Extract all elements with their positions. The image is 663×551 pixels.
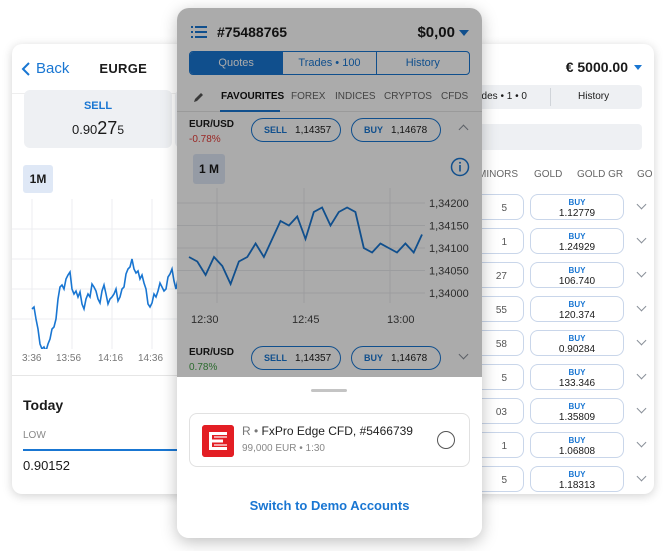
sell-price-button[interactable]: SELL 0.90275: [24, 90, 172, 148]
chevron-down-icon[interactable]: [636, 301, 647, 312]
quote-row[interactable]: 1 BUY 1.06808: [470, 430, 654, 460]
modal-backdrop[interactable]: [177, 8, 482, 377]
balance-value: € 5000.00: [565, 59, 628, 75]
tab-trades[interactable]: ades • 1 • 0: [476, 91, 527, 102]
chevron-down-icon[interactable]: [636, 233, 647, 244]
chevron-down-icon[interactable]: [636, 471, 647, 482]
fxpro-logo-icon: [202, 425, 234, 457]
chevron-down-icon[interactable]: [636, 199, 647, 210]
tab-gold[interactable]: GOLD: [534, 169, 562, 180]
buy-button[interactable]: BUY 1.06808: [530, 432, 624, 458]
app-root: Back EURGE SELL 0.90275 1M 3:36 13:56 14…: [0, 0, 663, 551]
buy-button[interactable]: BUY 0.90284: [530, 330, 624, 356]
buy-button[interactable]: BUY 106.740: [530, 262, 624, 288]
buy-button[interactable]: BUY 1.12779: [530, 194, 624, 220]
quote-row[interactable]: 1 BUY 1.24929: [470, 226, 654, 256]
timeframe-button[interactable]: 1M: [23, 165, 53, 193]
sheet-grabber[interactable]: [311, 389, 347, 392]
account-option[interactable]: R • FxPro Edge CFD, #5466739 99,000 EUR …: [189, 413, 470, 467]
quote-row[interactable]: 55 BUY 120.374: [470, 294, 654, 324]
radio-button[interactable]: [437, 431, 455, 449]
time-tick: 13:56: [56, 353, 82, 364]
tab-history[interactable]: History: [578, 91, 609, 102]
back-button[interactable]: Back: [20, 60, 69, 77]
chevron-down-icon[interactable]: [636, 403, 647, 414]
quote-row[interactable]: 58 BUY 0.90284: [470, 328, 654, 358]
time-tick: 14:16: [98, 353, 124, 364]
switch-to-demo-button[interactable]: Switch to Demo Accounts: [177, 498, 482, 513]
quote-row[interactable]: 5 BUY 1.12779: [470, 192, 654, 222]
account-switcher-sheet: R • FxPro Edge CFD, #5466739 99,000 EUR …: [177, 377, 482, 538]
time-tick: 14:36: [138, 353, 164, 364]
search-input[interactable]: [470, 124, 642, 150]
chevron-down-icon[interactable]: [636, 267, 647, 278]
tab-gold-gr[interactable]: GOLD GR: [577, 169, 623, 180]
low-label: LOW: [23, 430, 46, 441]
phone-screen: #75488765 $0,00 Quotes Trades • 100 Hist…: [177, 8, 482, 538]
quote-row[interactable]: 5 BUY 1.18313: [470, 464, 654, 494]
chevron-down-icon[interactable]: [636, 369, 647, 380]
quotes-list-card: € 5000.00 ades • 1 • 0 History MINORS GO…: [470, 44, 654, 494]
sell-label: SELL: [83, 100, 113, 112]
caret-down-icon: [634, 64, 642, 70]
low-value: 0.90152: [23, 458, 70, 473]
segment-tabs: ades • 1 • 0 History: [470, 85, 642, 109]
account-details: 99,000 EUR • 1:30: [242, 443, 325, 454]
balance-selector[interactable]: € 5000.00: [566, 59, 642, 75]
buy-button[interactable]: BUY 120.374: [530, 296, 624, 322]
buy-button[interactable]: BUY 1.18313: [530, 466, 624, 492]
time-tick: 3:36: [22, 353, 42, 364]
back-label: Back: [36, 60, 70, 77]
buy-button[interactable]: BUY 1.35809: [530, 398, 624, 424]
tab-divider: [550, 88, 551, 106]
chevron-down-icon[interactable]: [636, 335, 647, 346]
account-name: R • FxPro Edge CFD, #5466739: [242, 424, 413, 438]
chevron-down-icon[interactable]: [636, 437, 647, 448]
chevron-left-icon: [21, 61, 30, 76]
instrument-title: EURGE: [99, 61, 148, 76]
quote-row[interactable]: 5 BUY 133.346: [470, 362, 654, 392]
buy-button[interactable]: BUY 1.24929: [530, 228, 624, 254]
buy-button[interactable]: BUY 133.346: [530, 364, 624, 390]
tab-minors[interactable]: MINORS: [478, 169, 518, 180]
today-heading: Today: [23, 397, 64, 413]
sell-price: 0.90275: [71, 118, 125, 138]
quote-row[interactable]: 27 BUY 106.740: [470, 260, 654, 290]
tab-go[interactable]: GO: [637, 169, 653, 180]
quote-row[interactable]: 03 BUY 1.35809: [470, 396, 654, 426]
